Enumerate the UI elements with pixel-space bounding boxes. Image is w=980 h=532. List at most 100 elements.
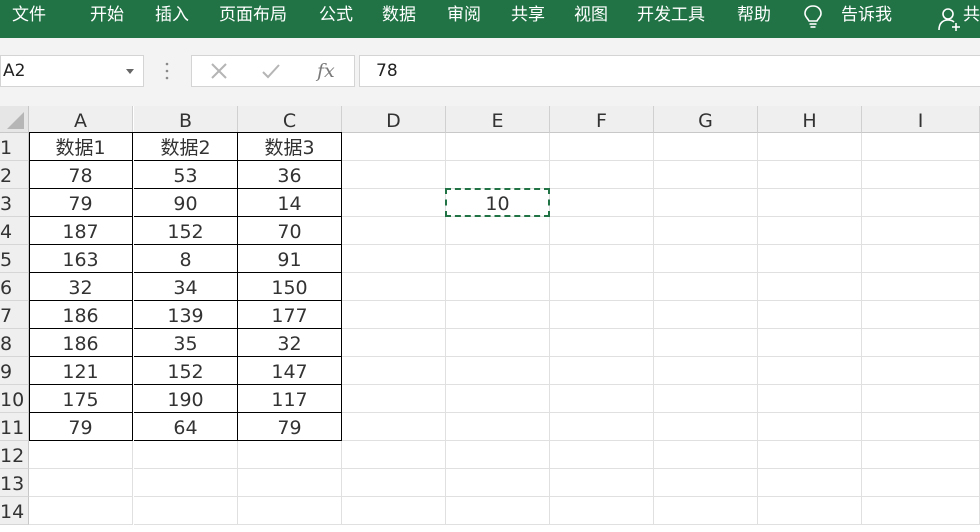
cell-b2[interactable]: 53 — [134, 161, 238, 189]
cell-h14[interactable] — [758, 497, 862, 525]
drag-handle-icon[interactable] — [165, 62, 169, 80]
cell-h6[interactable] — [758, 273, 862, 301]
cell-g6[interactable] — [654, 273, 758, 301]
enter-check-icon[interactable] — [260, 60, 282, 82]
cell-d9[interactable] — [342, 357, 446, 385]
cell-f4[interactable] — [550, 217, 654, 245]
share-button-label[interactable]: 共 — [963, 0, 980, 34]
cell-h7[interactable] — [758, 301, 862, 329]
cell-b3[interactable]: 90 — [134, 189, 238, 217]
cell-e8[interactable] — [446, 329, 550, 357]
cell-i12[interactable] — [862, 441, 980, 469]
cell-i5[interactable] — [862, 245, 980, 273]
cell-g14[interactable] — [654, 497, 758, 525]
cell-b9[interactable]: 152 — [134, 357, 238, 385]
cell-b12[interactable] — [134, 441, 238, 469]
lightbulb-icon[interactable] — [801, 4, 825, 30]
tab-page-layout[interactable]: 页面布局 — [219, 0, 287, 34]
column-header-e[interactable]: E — [446, 106, 550, 133]
cell-a5[interactable]: 163 — [29, 245, 133, 273]
cell-g2[interactable] — [654, 161, 758, 189]
cell-e5[interactable] — [446, 245, 550, 273]
share-person-icon[interactable] — [938, 6, 962, 32]
row-header-5[interactable]: 5 — [0, 245, 29, 273]
cell-f6[interactable] — [550, 273, 654, 301]
cell-b14[interactable] — [134, 497, 238, 525]
cell-a6[interactable]: 32 — [29, 273, 133, 301]
row-header-11[interactable]: 11 — [0, 413, 29, 441]
cell-f2[interactable] — [550, 161, 654, 189]
cell-b5[interactable]: 8 — [134, 245, 238, 273]
row-header-3[interactable]: 3 — [0, 189, 29, 217]
cell-c6[interactable]: 150 — [238, 273, 342, 301]
cell-a11[interactable]: 79 — [29, 413, 133, 441]
row-header-12[interactable]: 12 — [0, 441, 29, 469]
cell-h5[interactable] — [758, 245, 862, 273]
cell-g7[interactable] — [654, 301, 758, 329]
cell-i13[interactable] — [862, 469, 980, 497]
cell-i9[interactable] — [862, 357, 980, 385]
cell-c14[interactable] — [238, 497, 342, 525]
cell-i7[interactable] — [862, 301, 980, 329]
cell-e7[interactable] — [446, 301, 550, 329]
cell-d14[interactable] — [342, 497, 446, 525]
tab-help[interactable]: 帮助 — [737, 0, 771, 34]
cell-f5[interactable] — [550, 245, 654, 273]
cell-h1[interactable] — [758, 133, 862, 161]
cell-g12[interactable] — [654, 441, 758, 469]
row-header-2[interactable]: 2 — [0, 161, 29, 189]
cell-a13[interactable] — [29, 469, 133, 497]
cell-i3[interactable] — [862, 189, 980, 217]
cell-d3[interactable] — [342, 189, 446, 217]
cell-g9[interactable] — [654, 357, 758, 385]
cell-b4[interactable]: 152 — [134, 217, 238, 245]
cell-g11[interactable] — [654, 413, 758, 441]
cell-d11[interactable] — [342, 413, 446, 441]
cell-e2[interactable] — [446, 161, 550, 189]
cell-e4[interactable] — [446, 217, 550, 245]
cell-i11[interactable] — [862, 413, 980, 441]
row-header-10[interactable]: 10 — [0, 385, 29, 413]
tab-share[interactable]: 共享 — [511, 0, 545, 34]
cell-d13[interactable] — [342, 469, 446, 497]
cell-b1[interactable]: 数据2 — [134, 133, 238, 161]
cell-h9[interactable] — [758, 357, 862, 385]
cell-c5[interactable]: 91 — [238, 245, 342, 273]
cell-a9[interactable]: 121 — [29, 357, 133, 385]
cell-d5[interactable] — [342, 245, 446, 273]
column-header-i[interactable]: I — [862, 106, 980, 133]
cell-h12[interactable] — [758, 441, 862, 469]
cell-e11[interactable] — [446, 413, 550, 441]
cell-f8[interactable] — [550, 329, 654, 357]
cell-d10[interactable] — [342, 385, 446, 413]
cell-d7[interactable] — [342, 301, 446, 329]
tab-file[interactable]: 文件 — [12, 0, 46, 34]
cell-d2[interactable] — [342, 161, 446, 189]
cell-a7[interactable]: 186 — [29, 301, 133, 329]
cell-d6[interactable] — [342, 273, 446, 301]
cell-e14[interactable] — [446, 497, 550, 525]
tab-formulas[interactable]: 公式 — [319, 0, 353, 34]
cell-b6[interactable]: 34 — [134, 273, 238, 301]
tab-review[interactable]: 审阅 — [447, 0, 481, 34]
cell-c7[interactable]: 177 — [238, 301, 342, 329]
column-header-f[interactable]: F — [550, 106, 654, 133]
cell-a8[interactable]: 186 — [29, 329, 133, 357]
cell-h3[interactable] — [758, 189, 862, 217]
cell-a10[interactable]: 175 — [29, 385, 133, 413]
tab-home[interactable]: 开始 — [90, 0, 124, 34]
cell-g8[interactable] — [654, 329, 758, 357]
cell-d4[interactable] — [342, 217, 446, 245]
row-header-8[interactable]: 8 — [0, 329, 29, 357]
column-header-g[interactable]: G — [654, 106, 758, 133]
cell-f1[interactable] — [550, 133, 654, 161]
cell-e1[interactable] — [446, 133, 550, 161]
cell-c9[interactable]: 147 — [238, 357, 342, 385]
row-header-6[interactable]: 6 — [0, 273, 29, 301]
cell-i2[interactable] — [862, 161, 980, 189]
column-header-a[interactable]: A — [29, 106, 133, 133]
cell-f7[interactable] — [550, 301, 654, 329]
cell-c10[interactable]: 117 — [238, 385, 342, 413]
row-header-7[interactable]: 7 — [0, 301, 29, 329]
column-header-h[interactable]: H — [758, 106, 862, 133]
